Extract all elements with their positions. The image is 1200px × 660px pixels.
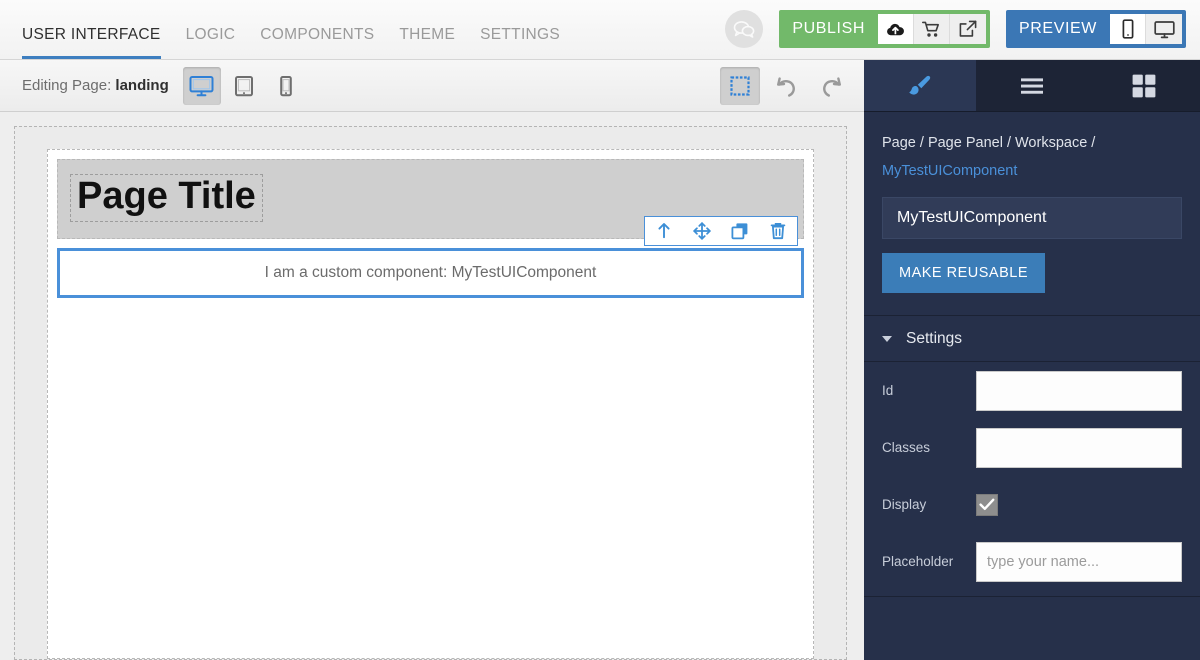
publish-actions — [878, 14, 986, 44]
external-link-icon — [959, 20, 977, 37]
undo-button[interactable] — [766, 67, 806, 105]
placeholder-input[interactable]: type your name... — [976, 541, 1182, 582]
undo-icon — [777, 76, 795, 97]
arrow-up-icon — [658, 223, 670, 239]
desktop-icon — [189, 75, 214, 96]
viewport-mobile-button[interactable] — [267, 67, 305, 105]
grid-icon — [1132, 74, 1156, 97]
tab-theme[interactable]: THEME — [399, 25, 456, 60]
panel-tabs — [864, 60, 1200, 112]
make-reusable-button[interactable]: MAKE REUSABLE — [882, 253, 1045, 294]
page-builder-app: USER INTERFACE LOGIC COMPONENTS THEME SE… — [0, 0, 1200, 660]
mobile-icon — [1122, 19, 1133, 39]
custom-component-widget[interactable]: I am a custom component: MyTestUICompone… — [57, 247, 804, 298]
preview-mobile-button[interactable] — [1110, 14, 1146, 44]
tablet-icon — [234, 75, 253, 96]
classes-input[interactable] — [976, 427, 1182, 468]
hamburger-menu-icon — [1021, 77, 1043, 94]
brush-icon — [909, 75, 931, 95]
editing-page-label: Editing Page: landing — [22, 77, 169, 94]
duplicate-widget-button[interactable] — [721, 217, 759, 245]
delete-widget-button[interactable] — [759, 217, 797, 245]
editor-canvas[interactable]: Page Title I am a custom component: MyTe… — [0, 112, 864, 660]
widget-float-toolbar — [644, 215, 798, 246]
desktop-icon — [1153, 20, 1175, 38]
viewport-tablet-button[interactable] — [225, 67, 263, 105]
tab-settings-label: SETTINGS — [480, 25, 561, 43]
id-input[interactable] — [976, 370, 1182, 411]
field-row-classes: Classes — [864, 419, 1200, 476]
editing-toolbar: Editing Page: landing — [0, 60, 864, 112]
viewport-desktop-button[interactable] — [182, 66, 221, 105]
outline-square-icon — [730, 75, 750, 96]
publish-cart-button[interactable] — [914, 14, 950, 44]
move-icon — [693, 222, 711, 240]
component-name-input[interactable]: MyTestUIComponent — [882, 197, 1182, 240]
panel-body: Page / Page Panel / Workspace / MyTestUI… — [864, 112, 1200, 294]
shopping-cart-icon — [922, 21, 939, 37]
redo-button[interactable] — [812, 67, 852, 105]
select-parent-button[interactable] — [645, 217, 683, 245]
tab-theme-label: THEME — [399, 25, 456, 43]
tab-user-interface-label: USER INTERFACE — [22, 25, 161, 43]
panel-divider — [864, 596, 1200, 598]
tab-logic[interactable]: LOGIC — [185, 25, 236, 60]
publish-cloud-upload-button[interactable] — [878, 14, 914, 44]
publish-button[interactable]: PUBLISH — [779, 10, 878, 48]
breadcrumb-current[interactable]: MyTestUIComponent — [882, 163, 1017, 179]
properties-panel: Page / Page Panel / Workspace / MyTestUI… — [864, 60, 1200, 660]
breadcrumb-path: Page / Page Panel / Workspace / — [882, 135, 1096, 151]
checkmark-icon — [979, 498, 995, 511]
tab-settings[interactable]: SETTINGS — [480, 25, 561, 60]
panel-tab-widgets[interactable] — [1088, 60, 1200, 111]
preview-device-toggles — [1110, 14, 1182, 44]
outline-toggle-button[interactable] — [720, 66, 760, 105]
display-field-label: Display — [882, 497, 927, 513]
settings-section-title: Settings — [906, 329, 963, 347]
mobile-icon — [279, 75, 292, 96]
trash-icon — [770, 222, 786, 239]
top-navigation-bar: USER INTERFACE LOGIC COMPONENTS THEME SE… — [0, 0, 1200, 60]
display-checkbox[interactable] — [976, 493, 998, 516]
settings-section-header[interactable]: Settings — [864, 315, 1200, 363]
field-row-id: Id — [864, 362, 1200, 419]
page-container[interactable]: Page Title I am a custom component: MyTe… — [14, 126, 847, 660]
chat-button[interactable] — [725, 10, 764, 48]
publish-open-external-button[interactable] — [950, 14, 986, 44]
preview-button[interactable]: PREVIEW — [1006, 10, 1110, 48]
cloud-upload-icon — [887, 23, 904, 35]
redo-icon — [823, 76, 841, 97]
tab-components[interactable]: COMPONENTS — [260, 25, 375, 60]
classes-field-label: Classes — [882, 440, 931, 456]
publish-button-group: PUBLISH — [779, 10, 990, 48]
page-panel-container[interactable]: Page Title I am a custom component: MyTe… — [47, 149, 814, 659]
id-field-label: Id — [882, 383, 894, 399]
viewport-device-group — [182, 66, 305, 105]
main-nav-tabs: USER INTERFACE LOGIC COMPONENTS THEME SE… — [0, 0, 585, 59]
history-tools — [720, 66, 852, 105]
preview-desktop-button[interactable] — [1146, 14, 1182, 44]
selected-widget-wrapper: I am a custom component: MyTestUICompone… — [57, 215, 804, 298]
panel-tab-style[interactable] — [864, 60, 976, 111]
top-right-actions: PUBLISH PREVIEW — [725, 10, 1200, 59]
field-row-display: Display — [864, 476, 1200, 533]
preview-button-group: PREVIEW — [1006, 10, 1186, 48]
move-widget-button[interactable] — [683, 217, 721, 245]
page-title[interactable]: Page Title — [70, 174, 263, 222]
placeholder-field-label: Placeholder — [882, 554, 954, 570]
editing-page-name: landing — [115, 77, 169, 94]
breadcrumb: Page / Page Panel / Workspace / MyTestUI… — [882, 130, 1182, 185]
field-row-placeholder: Placeholder type your name... — [864, 533, 1200, 590]
panel-tab-layers[interactable] — [976, 60, 1088, 111]
tab-logic-label: LOGIC — [185, 25, 236, 43]
tab-components-label: COMPONENTS — [260, 25, 375, 43]
chevron-down-icon — [882, 335, 892, 342]
editing-page-prefix: Editing Page: — [22, 77, 112, 94]
duplicate-icon — [731, 223, 748, 240]
speech-bubbles-icon — [734, 21, 755, 38]
tab-user-interface[interactable]: USER INTERFACE — [22, 25, 161, 59]
